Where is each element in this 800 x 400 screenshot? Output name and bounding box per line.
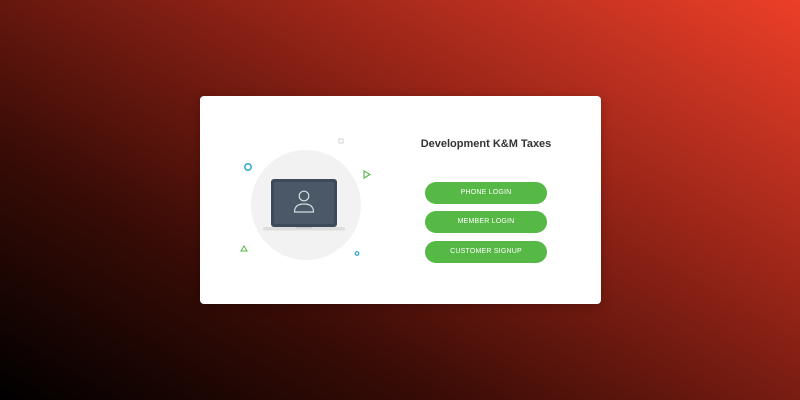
- triangle-outline-icon: [240, 245, 248, 252]
- laptop-user-icon: [240, 138, 372, 256]
- app-title: Development K&M Taxes: [420, 138, 552, 150]
- member-login-button[interactable]: MEMBER LOGIN: [425, 211, 547, 233]
- laptop-hinge: [296, 227, 312, 229]
- login-card: Development K&M Taxes PHONE LOGIN MEMBER…: [200, 96, 601, 304]
- small-circle-icon: [354, 251, 360, 256]
- circle-outline-icon: [244, 163, 252, 171]
- laptop-illustration: [235, 134, 375, 274]
- square-outline-icon: [338, 138, 344, 144]
- phone-login-button[interactable]: PHONE LOGIN: [425, 182, 547, 204]
- laptop-screen: [274, 182, 334, 224]
- triangle-play-icon: [363, 170, 372, 179]
- customer-signup-button[interactable]: CUSTOMER SIGNUP: [425, 241, 547, 263]
